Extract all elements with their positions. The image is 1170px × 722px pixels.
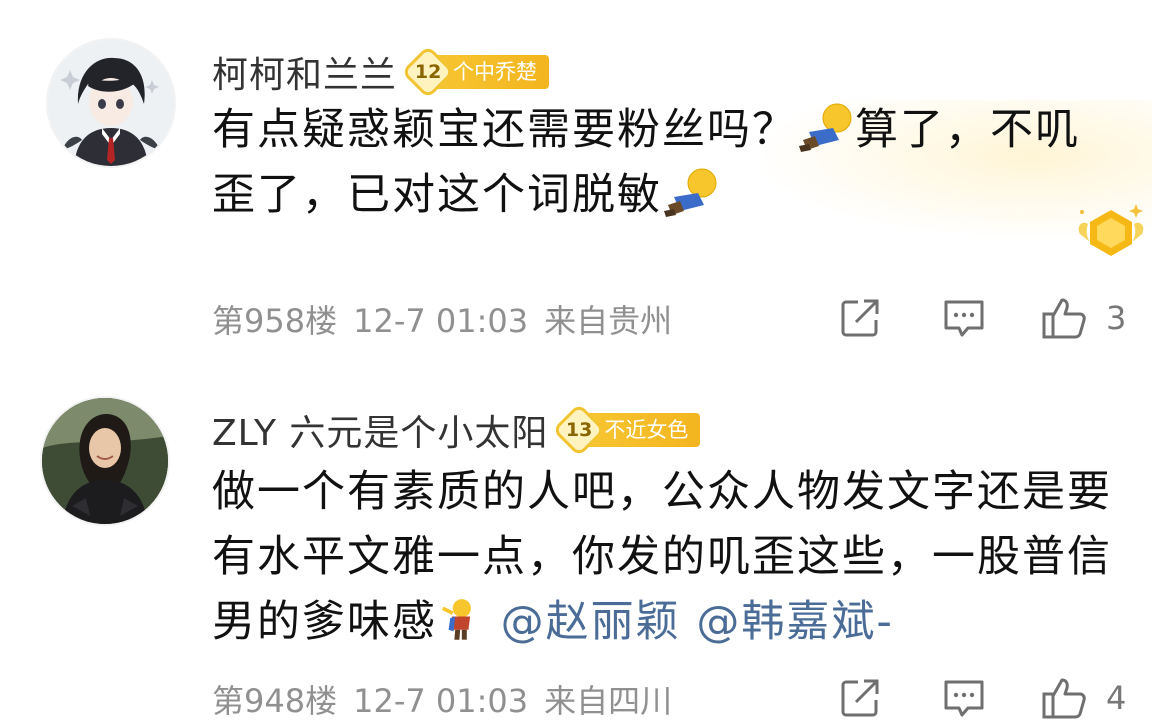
gold-medal-icon <box>1078 204 1144 256</box>
comment-text: 有点疑惑颖宝还需要粉丝吗？ 算了，不叽 歪了，已对这个词脱敏 <box>212 98 1132 228</box>
comment-icon <box>944 300 984 337</box>
floor-number: 第958楼 <box>212 302 338 340</box>
doge-figure-emoji <box>799 103 852 152</box>
comment-meta: 第958楼 12-7 01:03 来自贵州 <box>212 296 688 342</box>
share-icon <box>841 679 879 717</box>
text-segment: 算了，不叽 <box>855 105 1080 155</box>
comment-meta: 第948楼 12-7 01:03 来自四川 <box>212 676 688 722</box>
fan-level-badge[interactable]: 13 不近女色 <box>552 403 701 457</box>
like-button[interactable]: 3 <box>1040 294 1126 342</box>
comment-line: 有水平文雅一点，你发的叽歪这些，一股普信 <box>212 532 1112 582</box>
text-segment: 有点疑惑颖宝还需要粉丝吗？ <box>212 105 797 155</box>
comment-item: 柯柯和兰兰 12 个中乔楚 有点疑惑颖宝还需要粉丝吗？ 算了，不叽 歪了，已对这… <box>0 0 1170 380</box>
location: 来自四川 <box>544 682 673 720</box>
comment-line: 歪了，已对这个词脱敏 <box>212 163 1132 228</box>
text-segment: 男的爹味感 <box>212 597 437 647</box>
level-diamond: 13 <box>552 403 607 457</box>
floor-number: 第948楼 <box>212 682 338 720</box>
share-button[interactable] <box>838 294 882 342</box>
comment-text: 做一个有素质的人吧，公众人物发文字还是要 有水平文雅一点，你发的叽歪这些，一股普… <box>212 460 1152 655</box>
timestamp: 12-7 01:03 <box>353 302 529 340</box>
comment-button[interactable] <box>942 294 986 342</box>
doge-figure-emoji <box>664 168 717 217</box>
action-bar: 3 <box>838 294 1138 342</box>
like-count: 3 <box>1106 299 1127 337</box>
like-button[interactable]: 4 <box>1040 674 1126 722</box>
like-count: 4 <box>1106 679 1127 717</box>
username[interactable]: 柯柯和兰兰 <box>212 46 397 98</box>
thumbs-up-icon <box>1042 678 1086 719</box>
comment-line: 男的爹味感 @赵丽颖 @韩嘉斌- <box>212 590 1152 655</box>
salute-figure-emoji <box>441 599 471 640</box>
comment-line: 有点疑惑颖宝还需要粉丝吗？ 算了，不叽 <box>212 98 1132 163</box>
fan-level-badge[interactable]: 12 个中乔楚 <box>401 45 550 99</box>
comment-line: 做一个有素质的人吧，公众人物发文字还是要 <box>212 467 1112 517</box>
mention-link[interactable]: @韩嘉斌- <box>696 597 894 647</box>
level-diamond: 12 <box>401 45 455 99</box>
thumbs-up-icon <box>1042 298 1086 339</box>
avatar[interactable] <box>48 40 174 166</box>
username[interactable]: ZLY 六元是个小太阳 <box>212 404 548 456</box>
share-button[interactable] <box>838 674 882 722</box>
timestamp: 12-7 01:03 <box>353 682 529 720</box>
text-segment: 歪了，已对这个词脱敏 <box>212 170 662 220</box>
level-number: 13 <box>566 418 593 441</box>
share-icon <box>841 299 879 337</box>
action-bar: 4 <box>838 674 1138 722</box>
avatar[interactable] <box>42 398 168 524</box>
location: 来自贵州 <box>544 302 673 340</box>
level-number: 12 <box>414 60 442 83</box>
comment-button[interactable] <box>942 674 986 722</box>
mention-link[interactable]: @赵丽颖 <box>501 597 681 647</box>
comment-item: ZLY 六元是个小太阳 13 不近女色 做一个有素质的人吧，公众人物发文字还是要… <box>0 380 1170 720</box>
comment-icon <box>944 680 984 717</box>
